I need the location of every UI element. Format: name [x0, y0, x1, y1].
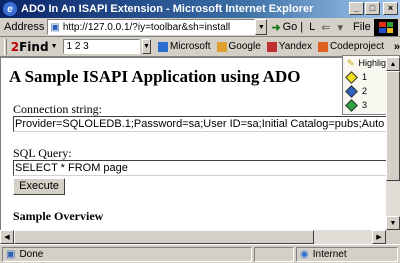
address-input[interactable]: ▣ http://127.0.0.1/?iy=toolbar&sh=instal…: [47, 19, 256, 35]
address-dropdown-button[interactable]: ▼: [255, 19, 268, 35]
toolbar-google-button[interactable]: Google: [216, 41, 261, 52]
2find-logo[interactable]: 2Find: [11, 40, 49, 54]
highlight-item-3-label: 3: [362, 100, 368, 110]
highlighter-yellow-icon: [345, 70, 358, 84]
toolbar-grip[interactable]: [4, 38, 7, 55]
scroll-up-button[interactable]: ▲: [386, 57, 400, 71]
status-text: Done: [19, 248, 44, 260]
horizontal-scroll-thumb[interactable]: [14, 230, 314, 244]
scrollbar-corner: [386, 230, 400, 244]
sample-overview-heading: Sample Overview: [13, 209, 104, 223]
window-controls: _ □ ×: [349, 2, 398, 15]
toolbar-codeproject-button[interactable]: Codeproject: [317, 41, 384, 52]
connection-string-input[interactable]: Provider=SQLOLEDB.1;Password=sa;User ID=…: [13, 116, 386, 132]
status-bar: ▣ Done ◉ Internet: [0, 244, 400, 263]
title-bar: e ADO In An ISAPI Extension - Microsoft …: [0, 0, 400, 18]
highlighter-blue-icon: [345, 84, 358, 98]
scroll-right-button[interactable]: ▶: [372, 230, 386, 244]
menu-file[interactable]: File: [353, 21, 371, 33]
windows-logo-icon: [374, 19, 398, 36]
find-search-input[interactable]: 1 2 3: [62, 39, 141, 54]
vertical-scrollbar[interactable]: ▲ ▼: [386, 57, 400, 230]
vertical-scroll-thumb[interactable]: [386, 71, 400, 181]
google-icon: [216, 41, 227, 52]
page-icon: ▣: [50, 21, 60, 33]
toolbar-yandex-button[interactable]: Yandex: [266, 41, 312, 52]
minimize-button[interactable]: _: [349, 2, 364, 15]
status-zone-pane: ◉ Internet: [296, 246, 398, 262]
toolbar-microsoft-button[interactable]: Microsoft: [157, 41, 211, 52]
logo-find: Find: [19, 39, 49, 54]
toolbar-yandex-label: Yandex: [278, 41, 312, 52]
2find-menu-dropdown-icon[interactable]: ▼: [51, 43, 58, 50]
microsoft-icon: [157, 41, 168, 52]
internet-zone-icon: ◉: [300, 248, 309, 260]
address-separator: |: [300, 21, 304, 33]
go-arrow-icon: ➜: [271, 21, 281, 34]
yandex-icon: [266, 41, 277, 52]
find-toolbar: 2Find ▼ 1 2 3 ▼ Microsoft Google Yandex …: [0, 37, 400, 57]
sql-query-input[interactable]: SELECT * FROM page: [13, 160, 386, 176]
status-zone: Internet: [312, 248, 347, 260]
address-bar: Address ▣ http://127.0.0.1/?iy=toolbar&s…: [0, 18, 400, 37]
logo-two: 2: [10, 39, 20, 54]
toolbar-google-label: Google: [228, 41, 261, 52]
horizontal-scrollbar[interactable]: ◀ ▶: [0, 230, 386, 244]
window-title: ADO In An ISAPI Extension - Microsoft In…: [21, 3, 314, 15]
go-label: Go: [282, 21, 298, 33]
ie-icon: e: [3, 2, 17, 16]
page-content: A Sample ISAPI Application using ADO Con…: [0, 57, 386, 230]
status-progress-pane: [254, 246, 294, 262]
highlight-item-1-label: 1: [362, 72, 368, 82]
go-button[interactable]: ➜ Go | L: [271, 21, 315, 34]
links-button[interactable]: L: [309, 21, 315, 33]
page-heading: A Sample ISAPI Application using ADO: [9, 67, 301, 86]
back-forward-icon[interactable]: ⇐ ▾: [321, 21, 345, 34]
codeproject-icon: [317, 41, 328, 52]
highlight-icon: ✎: [347, 57, 355, 68]
highlight-item-2-label: 2: [362, 86, 368, 96]
page-done-icon: ▣: [6, 248, 16, 260]
close-button[interactable]: ×: [383, 2, 398, 15]
status-text-pane: ▣ Done: [2, 246, 252, 262]
sql-query-label: SQL Query:: [13, 146, 72, 160]
maximize-button[interactable]: □: [365, 2, 380, 15]
find-search-dropdown-button[interactable]: ▼: [142, 39, 151, 54]
address-url: http://127.0.0.1/?iy=toolbar&sh=install: [62, 21, 231, 33]
connection-string-label: Connection string:: [13, 102, 102, 116]
scroll-down-button[interactable]: ▼: [386, 216, 400, 230]
toolbar-chevron-icon[interactable]: »: [394, 41, 400, 53]
scroll-left-button[interactable]: ◀: [0, 230, 14, 244]
execute-button[interactable]: Execute: [13, 178, 65, 195]
toolbar-microsoft-label: Microsoft: [169, 41, 211, 52]
address-label: Address: [4, 21, 45, 33]
toolbar-codeproject-label: Codeproject: [329, 41, 384, 52]
highlighter-green-icon: [345, 98, 358, 112]
